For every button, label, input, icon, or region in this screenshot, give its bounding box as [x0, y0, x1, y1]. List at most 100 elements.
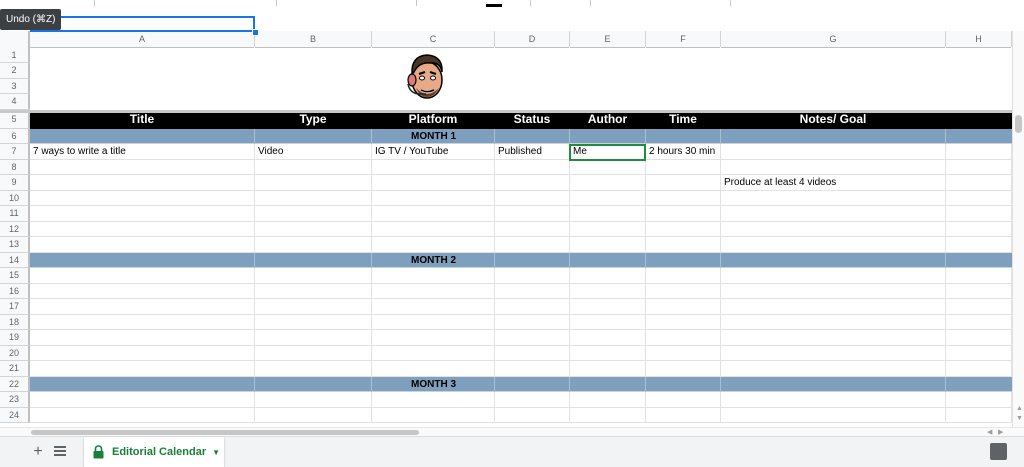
- table-cell[interactable]: [646, 175, 721, 191]
- table-cell[interactable]: [255, 237, 372, 253]
- table-cell[interactable]: [646, 94, 721, 110]
- table-cell[interactable]: [372, 314, 495, 330]
- table-cell[interactable]: [721, 345, 946, 361]
- table-cell[interactable]: [721, 63, 946, 79]
- table-cell[interactable]: [495, 175, 570, 191]
- table-cell[interactable]: [646, 190, 721, 206]
- table-cell[interactable]: Produce at least 4 videos: [721, 175, 946, 191]
- table-cell[interactable]: [30, 221, 255, 237]
- row-header[interactable]: 17: [0, 299, 30, 315]
- table-cell[interactable]: [721, 392, 946, 408]
- table-cell[interactable]: [570, 175, 646, 191]
- table-cell[interactable]: [30, 175, 255, 191]
- table-cell[interactable]: [646, 159, 721, 175]
- table-cell[interactable]: [946, 407, 1012, 423]
- row-header[interactable]: 19: [0, 330, 30, 346]
- table-cell[interactable]: [495, 47, 570, 63]
- table-cell[interactable]: [372, 206, 495, 222]
- select-all-corner[interactable]: [0, 31, 30, 47]
- table-cell[interactable]: [721, 206, 946, 222]
- table-cell[interactable]: [570, 159, 646, 175]
- table-cell[interactable]: [946, 190, 1012, 206]
- row-header[interactable]: 10: [0, 190, 30, 206]
- table-cell[interactable]: [570, 330, 646, 346]
- column-header-h[interactable]: H: [946, 31, 1012, 47]
- table-cell[interactable]: [495, 392, 570, 408]
- table-cell[interactable]: [570, 361, 646, 377]
- scroll-left-icon[interactable]: ◀: [987, 428, 992, 436]
- table-cell[interactable]: [570, 47, 646, 63]
- table-cell[interactable]: [721, 361, 946, 377]
- table-cell[interactable]: [946, 221, 1012, 237]
- table-cell[interactable]: [372, 190, 495, 206]
- table-cell[interactable]: [721, 47, 946, 63]
- row-header[interactable]: 24: [0, 407, 30, 423]
- row-header[interactable]: 3: [0, 78, 30, 94]
- table-cell[interactable]: [255, 78, 372, 94]
- table-cell[interactable]: [570, 268, 646, 284]
- table-cell[interactable]: [946, 159, 1012, 175]
- table-cell[interactable]: [372, 283, 495, 299]
- table-cell[interactable]: [721, 283, 946, 299]
- table-cell[interactable]: [721, 330, 946, 346]
- column-header-g[interactable]: G: [721, 31, 946, 47]
- table-cell[interactable]: [570, 345, 646, 361]
- vertical-scroll-thumb[interactable]: [1015, 115, 1022, 133]
- table-cell[interactable]: [30, 190, 255, 206]
- vertical-scrollbar[interactable]: ▲ ▼: [1012, 31, 1024, 427]
- table-cell[interactable]: [946, 283, 1012, 299]
- table-cell[interactable]: [646, 268, 721, 284]
- table-cell[interactable]: [495, 330, 570, 346]
- table-cell[interactable]: [495, 206, 570, 222]
- table-cell[interactable]: [372, 330, 495, 346]
- table-cell[interactable]: [721, 190, 946, 206]
- table-cell[interactable]: [495, 361, 570, 377]
- table-cell[interactable]: [372, 237, 495, 253]
- column-header-f[interactable]: F: [646, 31, 721, 47]
- table-cell[interactable]: [946, 78, 1012, 94]
- table-cell[interactable]: [646, 206, 721, 222]
- row-header[interactable]: 15: [0, 268, 30, 284]
- column-header-b[interactable]: B: [255, 31, 372, 47]
- table-cell[interactable]: [946, 47, 1012, 63]
- table-cell[interactable]: [255, 314, 372, 330]
- table-cell[interactable]: [255, 63, 372, 79]
- sheet-tab-editorial-calendar[interactable]: Editorial Calendar ▼: [84, 437, 224, 467]
- table-cell[interactable]: [721, 78, 946, 94]
- month-band[interactable]: [30, 252, 1012, 268]
- table-cell[interactable]: [30, 78, 255, 94]
- column-header-c[interactable]: C: [372, 31, 495, 47]
- row-header[interactable]: 2: [0, 63, 30, 79]
- row-header[interactable]: 11: [0, 206, 30, 222]
- table-cell[interactable]: [495, 283, 570, 299]
- row-header[interactable]: 23: [0, 392, 30, 408]
- row-header[interactable]: 20: [0, 345, 30, 361]
- table-cell[interactable]: [372, 159, 495, 175]
- table-cell[interactable]: [946, 94, 1012, 110]
- table-cell[interactable]: [946, 237, 1012, 253]
- table-cell[interactable]: [646, 78, 721, 94]
- table-cell[interactable]: [721, 407, 946, 423]
- table-cell[interactable]: [946, 63, 1012, 79]
- table-cell[interactable]: [255, 47, 372, 63]
- table-cell[interactable]: [721, 268, 946, 284]
- table-cell[interactable]: [255, 94, 372, 110]
- column-header-d[interactable]: D: [495, 31, 570, 47]
- table-cell[interactable]: [570, 221, 646, 237]
- table-cell[interactable]: [255, 221, 372, 237]
- table-cell[interactable]: [255, 361, 372, 377]
- table-cell[interactable]: [30, 407, 255, 423]
- table-cell[interactable]: [255, 268, 372, 284]
- table-cell[interactable]: [721, 314, 946, 330]
- table-cell[interactable]: [646, 63, 721, 79]
- spreadsheet-grid[interactable]: A B C D E F G H 1 2 3 4 5 Title Type Platform St…: [0, 31, 1012, 427]
- table-cell[interactable]: [30, 159, 255, 175]
- table-cell[interactable]: [946, 299, 1012, 315]
- table-cell[interactable]: IG TV / YouTube: [372, 144, 495, 160]
- table-cell[interactable]: [255, 330, 372, 346]
- table-cell[interactable]: [946, 144, 1012, 160]
- horizontal-scroll-thumb[interactable]: [31, 430, 419, 435]
- column-header-e[interactable]: E: [570, 31, 646, 47]
- row-header[interactable]: 13: [0, 237, 30, 253]
- table-cell[interactable]: [570, 237, 646, 253]
